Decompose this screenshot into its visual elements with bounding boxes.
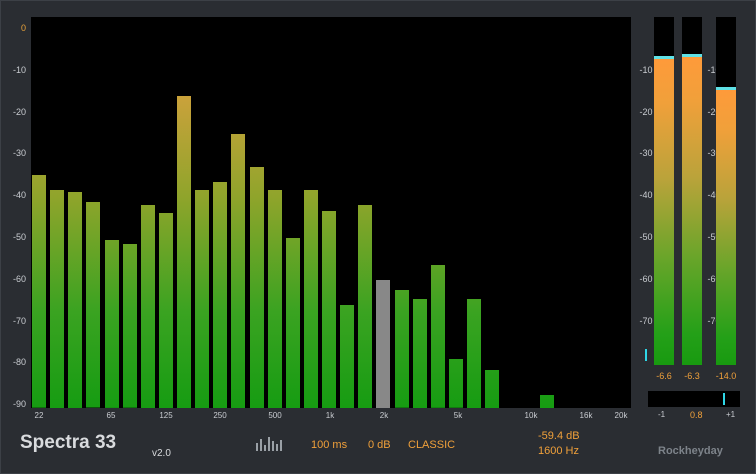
- spectrum-bar: [448, 359, 463, 408]
- spectrum-bar: [158, 212, 173, 408]
- y-tick-label: -40: [12, 190, 26, 201]
- spectrum-bar: [68, 192, 83, 408]
- spectrum-bar: [86, 202, 101, 408]
- x-tick-label: 65: [106, 411, 116, 420]
- spectrum-bar: [467, 298, 482, 408]
- y-tick-label: -80: [12, 357, 26, 368]
- spectrum-display[interactable]: [31, 17, 631, 408]
- meter-scale-label: -10: [639, 64, 653, 75]
- spectrum-bar: [485, 369, 500, 408]
- correlation-indicator: [722, 393, 725, 405]
- spectrum-bar: [394, 290, 409, 408]
- mode-button[interactable]: CLASSIC: [408, 439, 455, 451]
- x-tick-label: 20k: [614, 411, 628, 420]
- spectrum-bar: [539, 394, 554, 408]
- x-tick-label: 22: [34, 411, 44, 420]
- x-tick-label: 16k: [579, 411, 593, 420]
- brand-label: Rockheyday: [658, 445, 723, 457]
- spectrum-bar: [285, 238, 300, 408]
- level-meter-bar: [682, 55, 702, 365]
- response-time-button[interactable]: 100 ms: [311, 439, 347, 451]
- spectrum-bar: [122, 244, 137, 408]
- peak-hold-indicator: [682, 54, 702, 58]
- meter-scale-label: -50: [639, 232, 653, 242]
- peak-hold-indicator: [716, 86, 736, 90]
- x-tick-label: 1k: [325, 411, 335, 420]
- meter-scale-label: -70: [639, 315, 653, 326]
- spectrum-bar: [322, 210, 337, 408]
- level-meter-bar: [716, 87, 736, 365]
- spectrum-bar: [430, 265, 445, 408]
- spectrum-bar: [249, 166, 264, 408]
- readout-hz: 1600 Hz: [538, 445, 579, 457]
- spectrum-bar: [303, 189, 318, 408]
- meter-scale-label: -30: [639, 148, 653, 159]
- spectrum-bar: [50, 189, 65, 408]
- x-tick-label: 10k: [524, 411, 538, 420]
- spectrum-bar: [140, 204, 155, 408]
- spectrum-bar: [231, 133, 246, 408]
- spectrum-bar: [376, 279, 391, 408]
- app-version: v2.0: [152, 448, 171, 459]
- spectrum-bar: [267, 189, 282, 408]
- spectrum-bar: [195, 189, 210, 408]
- spectrum-bar: [213, 181, 228, 408]
- x-tick-label: 250: [213, 411, 227, 420]
- x-tick-label: 2k: [379, 411, 389, 420]
- y-tick-label: -30: [12, 148, 26, 159]
- spectrum-bar: [177, 95, 192, 408]
- meter-peak-value[interactable]: -6.3: [680, 371, 704, 381]
- correlation-value: 0.8: [690, 410, 703, 420]
- level-meter-bar: [654, 56, 674, 365]
- spectrum-icon[interactable]: [255, 435, 283, 451]
- readout-db: -59.4 dB: [538, 430, 580, 442]
- meter-clip-indicator: [645, 349, 647, 361]
- y-tick-label: -90: [12, 399, 26, 410]
- gain-button[interactable]: 0 dB: [368, 439, 391, 451]
- peak-hold-indicator: [654, 55, 674, 59]
- meter-peak-value[interactable]: -6.6: [652, 371, 676, 381]
- y-tick-label: 0: [20, 23, 26, 33]
- y-tick-label: -50: [12, 232, 26, 242]
- spectrum-bar: [104, 240, 119, 408]
- spectrum-bar: [358, 204, 373, 408]
- meter-scale-label: -60: [639, 273, 653, 284]
- x-tick-label: 500: [268, 411, 282, 420]
- x-tick-label: 125: [159, 411, 173, 420]
- meter-scale-label: -20: [639, 106, 653, 117]
- y-tick-label: -60: [12, 273, 26, 284]
- spectrum-bar: [412, 298, 427, 408]
- y-tick-label: -10: [12, 64, 26, 75]
- y-tick-label: -20: [12, 106, 26, 117]
- correlation-meter: [648, 391, 740, 407]
- x-tick-label: 5k: [453, 411, 463, 420]
- spectrum-bar: [32, 175, 46, 408]
- correlation-min-label: -1: [658, 410, 666, 419]
- correlation-max-label: +1: [726, 410, 736, 419]
- meter-scale-label: -40: [639, 190, 653, 201]
- app-title: Spectra 33: [20, 432, 117, 453]
- spectrum-bar: [340, 304, 355, 408]
- meter-peak-value[interactable]: -14.0: [714, 371, 738, 381]
- y-tick-label: -70: [12, 315, 26, 326]
